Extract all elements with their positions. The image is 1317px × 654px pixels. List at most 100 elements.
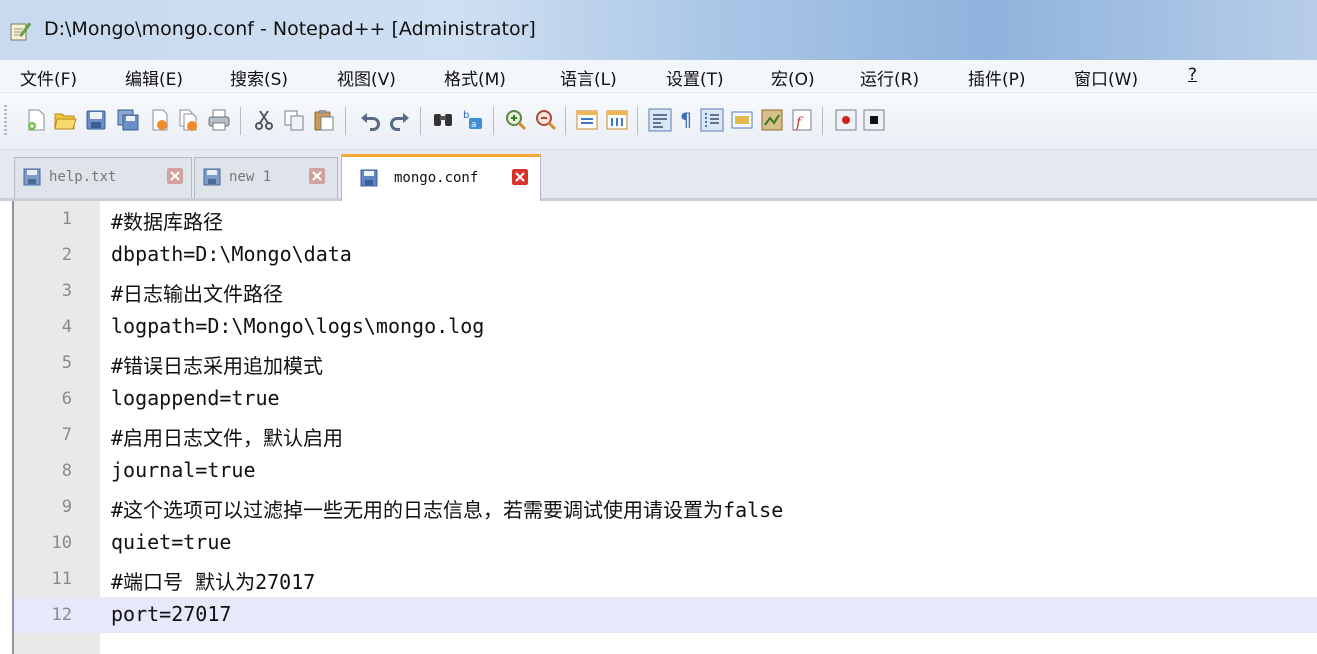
editor-line[interactable]: 7 #启用日志文件，默认启用 <box>14 417 1317 453</box>
toolbar-separator <box>637 107 638 135</box>
line-number: 11 <box>51 569 72 589</box>
editor-line-current[interactable]: 12 port=27017 <box>14 597 1317 633</box>
menu-edit[interactable]: 编辑(E) <box>125 65 183 90</box>
zoom-out-icon[interactable] <box>534 108 558 132</box>
tab-close-icon[interactable] <box>512 169 528 185</box>
menu-macro[interactable]: 宏(O) <box>771 65 815 90</box>
tab-close-icon[interactable] <box>309 168 325 184</box>
menu-settings[interactable]: 设置(T) <box>666 65 724 90</box>
stop-macro-icon[interactable] <box>862 108 886 132</box>
find-icon[interactable] <box>431 108 455 132</box>
menu-search[interactable]: 搜索(S) <box>230 65 288 90</box>
tab-mongo-conf[interactable]: mongo.conf <box>341 154 541 201</box>
line-text[interactable]: #端口号 默认为27017 <box>111 566 315 595</box>
tab-close-icon[interactable] <box>167 168 183 184</box>
editor-line[interactable]: 2 dbpath=D:\Mongo\data <box>14 237 1317 273</box>
line-number: 6 <box>61 389 72 409</box>
doc-map-icon[interactable] <box>760 108 784 132</box>
tab-bar: help.txt new 1 mongo.conf <box>0 150 1317 201</box>
function-list-icon[interactable]: f <box>790 108 814 132</box>
close-icon[interactable] <box>148 108 172 132</box>
menu-bar: 文件(F) 编辑(E) 搜索(S) 视图(V) 格式(M) 语言(L) 设置(T… <box>0 60 1317 93</box>
toolbar: ba ¶ f <box>0 93 1317 150</box>
editor-line[interactable]: 3 #日志输出文件路径 <box>14 273 1317 309</box>
editor-line[interactable]: 10 quiet=true <box>14 525 1317 561</box>
saved-file-icon <box>360 169 378 187</box>
editor-line[interactable]: 8 journal=true <box>14 453 1317 489</box>
line-text[interactable]: logpath=D:\Mongo\logs\mongo.log <box>111 314 484 338</box>
menu-language[interactable]: 语言(L) <box>560 65 617 90</box>
cut-icon[interactable] <box>252 108 276 132</box>
line-text[interactable]: #错误日志采用追加模式 <box>111 350 323 379</box>
sync-horizontal-icon[interactable] <box>605 108 629 132</box>
copy-icon[interactable] <box>282 108 306 132</box>
tab-label: mongo.conf <box>394 170 479 186</box>
window-title: D:\Mongo\mongo.conf - Notepad++ [Adminis… <box>44 18 536 40</box>
svg-text:b: b <box>463 110 469 121</box>
redo-icon[interactable] <box>388 108 412 132</box>
menu-help[interactable]: ? <box>1188 65 1197 85</box>
paste-icon[interactable] <box>312 108 336 132</box>
menu-format[interactable]: 格式(M) <box>444 65 506 90</box>
editor-area[interactable]: 1 #数据库路径 2 dbpath=D:\Mongo\data 3 #日志输出文… <box>0 201 1317 654</box>
line-text[interactable]: #启用日志文件，默认启用 <box>111 422 343 451</box>
editor-line[interactable]: 4 logpath=D:\Mongo\logs\mongo.log <box>14 309 1317 345</box>
sync-vertical-icon[interactable] <box>575 108 599 132</box>
saved-file-icon <box>23 168 41 186</box>
line-text[interactable]: #日志输出文件路径 <box>111 278 283 307</box>
toolbar-separator <box>822 107 823 135</box>
editor-line[interactable]: 5 #错误日志采用追加模式 <box>14 345 1317 381</box>
print-icon[interactable] <box>207 108 231 132</box>
line-number: 12 <box>51 605 72 625</box>
toolbar-separator <box>240 107 241 135</box>
menu-view[interactable]: 视图(V) <box>337 65 396 90</box>
save-icon[interactable] <box>84 108 108 132</box>
saved-file-icon <box>203 168 221 186</box>
notepadpp-window: { "window": { "title": "D:\\Mongo\\mongo… <box>0 0 1317 654</box>
editor-line[interactable]: 1 #数据库路径 <box>14 201 1317 237</box>
line-number: 1 <box>61 209 72 229</box>
line-number: 9 <box>61 497 72 517</box>
editor-line[interactable]: 6 logappend=true <box>14 381 1317 417</box>
line-number: 7 <box>61 425 72 445</box>
line-text[interactable]: logappend=true <box>111 386 280 410</box>
record-macro-icon[interactable] <box>834 108 858 132</box>
title-bar[interactable]: D:\Mongo\mongo.conf - Notepad++ [Adminis… <box>0 0 1317 60</box>
tab-help-txt[interactable]: help.txt <box>14 157 192 198</box>
line-text[interactable]: #这个选项可以过滤掉一些无用的日志信息，若需要调试使用请设置为false <box>111 494 783 523</box>
line-text[interactable]: quiet=true <box>111 530 231 554</box>
tab-label: help.txt <box>49 169 117 185</box>
line-number: 5 <box>61 353 72 373</box>
replace-icon[interactable]: ba <box>461 108 485 132</box>
undo-icon[interactable] <box>358 108 382 132</box>
toolbar-grip[interactable] <box>4 105 7 137</box>
zoom-in-icon[interactable] <box>504 108 528 132</box>
toolbar-separator <box>493 107 494 135</box>
svg-text:a: a <box>471 120 477 130</box>
menu-window[interactable]: 窗口(W) <box>1074 65 1138 90</box>
tab-new-1[interactable]: new 1 <box>194 157 338 198</box>
toolbar-separator <box>565 107 566 135</box>
line-text[interactable]: dbpath=D:\Mongo\data <box>111 242 352 266</box>
menu-file[interactable]: 文件(F) <box>20 65 77 90</box>
open-file-icon[interactable] <box>53 108 77 132</box>
toolbar-separator <box>345 107 346 135</box>
notepadpp-icon <box>10 22 31 41</box>
toolbar-separator <box>420 107 421 135</box>
line-number: 3 <box>61 281 72 301</box>
menu-plugins[interactable]: 插件(P) <box>968 65 1026 90</box>
line-text[interactable]: #数据库路径 <box>111 206 223 235</box>
menu-run[interactable]: 运行(R) <box>860 65 919 90</box>
word-wrap-icon[interactable] <box>648 108 672 132</box>
save-all-icon[interactable] <box>116 108 140 132</box>
indent-guide-icon[interactable] <box>700 108 724 132</box>
line-text[interactable]: journal=true <box>111 458 256 482</box>
line-text[interactable]: port=27017 <box>111 602 231 626</box>
user-defined-lang-icon[interactable] <box>730 108 754 132</box>
editor-line[interactable]: 9 #这个选项可以过滤掉一些无用的日志信息，若需要调试使用请设置为false <box>14 489 1317 525</box>
line-number: 8 <box>61 461 72 481</box>
show-all-chars-icon[interactable]: ¶ <box>680 109 692 131</box>
new-file-icon[interactable] <box>24 108 48 132</box>
editor-line[interactable]: 11 #端口号 默认为27017 <box>14 561 1317 597</box>
close-all-icon[interactable] <box>177 108 201 132</box>
